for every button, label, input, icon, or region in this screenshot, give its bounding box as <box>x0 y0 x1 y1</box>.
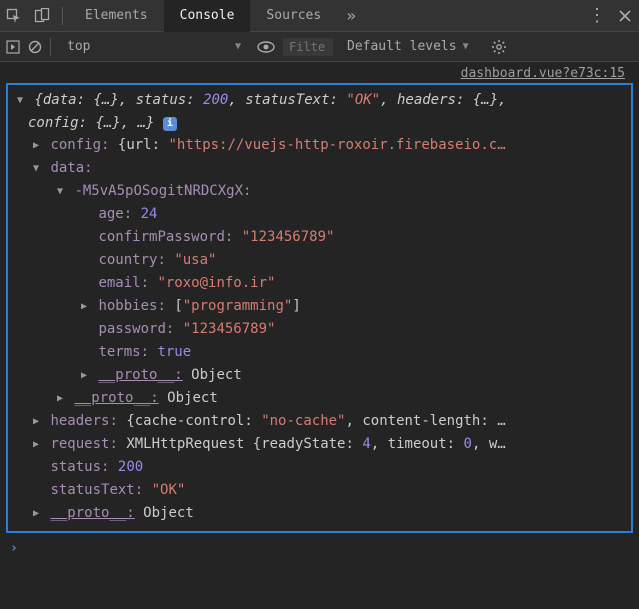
expand-arrow-icon[interactable]: ▶ <box>30 135 42 157</box>
info-badge-icon[interactable]: i <box>163 117 177 131</box>
tab-console[interactable]: Console <box>164 0 251 32</box>
prop-password[interactable]: ▶ password: "123456789" <box>8 318 631 341</box>
expand-arrow-icon[interactable]: ▶ <box>30 411 42 433</box>
console-prompt[interactable]: › <box>0 535 639 562</box>
devtools-tabbar: Elements Console Sources » ⋮ <box>0 0 639 32</box>
expand-arrow-icon[interactable]: ▶ <box>30 503 42 525</box>
prop-status[interactable]: ▶ status: 200 <box>8 456 631 479</box>
expand-arrow-icon[interactable]: ▶ <box>78 365 90 387</box>
expand-arrow-icon[interactable]: ▼ <box>30 158 42 180</box>
prop-terms[interactable]: ▶ terms: true <box>8 341 631 364</box>
live-expression-icon[interactable] <box>257 40 275 54</box>
expand-arrow-icon[interactable]: ▶ <box>78 296 90 318</box>
prop-proto[interactable]: ▶ __proto__: Object <box>8 502 631 525</box>
toggle-sidebar-icon[interactable] <box>6 40 20 54</box>
prop-record[interactable]: ▼ -M5vA5pOSogitNRDCXgX: <box>8 180 631 203</box>
expand-arrow-icon[interactable]: ▼ <box>14 90 26 112</box>
tab-sources[interactable]: Sources <box>250 0 337 32</box>
prop-country[interactable]: ▶ country: "usa" <box>8 249 631 272</box>
prop-proto[interactable]: ▶ __proto__: Object <box>8 387 631 410</box>
prop-statusText[interactable]: ▶ statusText: "OK" <box>8 479 631 502</box>
settings-gear-icon[interactable] <box>491 39 507 55</box>
context-selector[interactable]: top ▼ <box>59 36 249 58</box>
context-label: top <box>67 39 90 54</box>
prop-request[interactable]: ▶ request: XMLHttpRequest {readyState: 4… <box>8 433 631 456</box>
prop-email[interactable]: ▶ email: "roxo@info.ir" <box>8 272 631 295</box>
chevron-down-icon: ▼ <box>235 41 241 52</box>
clear-console-icon[interactable] <box>28 40 42 54</box>
chevron-down-icon: ▼ <box>463 41 469 52</box>
console-toolbar: top ▼ Default levels ▼ <box>0 32 639 62</box>
levels-label: Default levels <box>347 39 457 54</box>
divider <box>50 38 51 56</box>
prop-headers[interactable]: ▶ headers: {cache-control: "no-cache", c… <box>8 410 631 433</box>
console-output: ▼ {data: {…}, status: 200, statusText: "… <box>6 83 633 533</box>
expand-arrow-icon[interactable]: ▼ <box>54 181 66 203</box>
device-toggle-icon[interactable] <box>28 8 56 24</box>
prop-confirmPassword[interactable]: ▶ confirmPassword: "123456789" <box>8 226 631 249</box>
prop-proto[interactable]: ▶ __proto__: Object <box>8 364 631 387</box>
prop-config[interactable]: ▶ config: {url: "https://vuejs-http-roxo… <box>8 134 631 157</box>
prop-hobbies[interactable]: ▶ hobbies: ["programming"] <box>8 295 631 318</box>
expand-arrow-icon[interactable]: ▶ <box>54 388 66 410</box>
expand-arrow-icon[interactable]: ▶ <box>30 434 42 456</box>
filter-input[interactable] <box>283 38 333 56</box>
prop-age[interactable]: ▶ age: 24 <box>8 203 631 226</box>
object-summary-line1[interactable]: ▼ {data: {…}, status: 200, statusText: "… <box>8 89 631 112</box>
more-tabs-icon[interactable]: » <box>337 6 365 25</box>
divider <box>62 7 63 25</box>
close-devtools-icon[interactable] <box>611 10 639 22</box>
source-link[interactable]: dashboard.vue?e73c:15 <box>0 62 639 81</box>
tab-elements[interactable]: Elements <box>69 0 164 32</box>
inspect-icon[interactable] <box>0 8 28 24</box>
prop-data[interactable]: ▼ data: <box>8 157 631 180</box>
object-summary-line2[interactable]: config: {…}, …} i <box>8 112 631 134</box>
kebab-menu-icon[interactable]: ⋮ <box>583 5 611 26</box>
log-levels-selector[interactable]: Default levels ▼ <box>341 39 475 54</box>
